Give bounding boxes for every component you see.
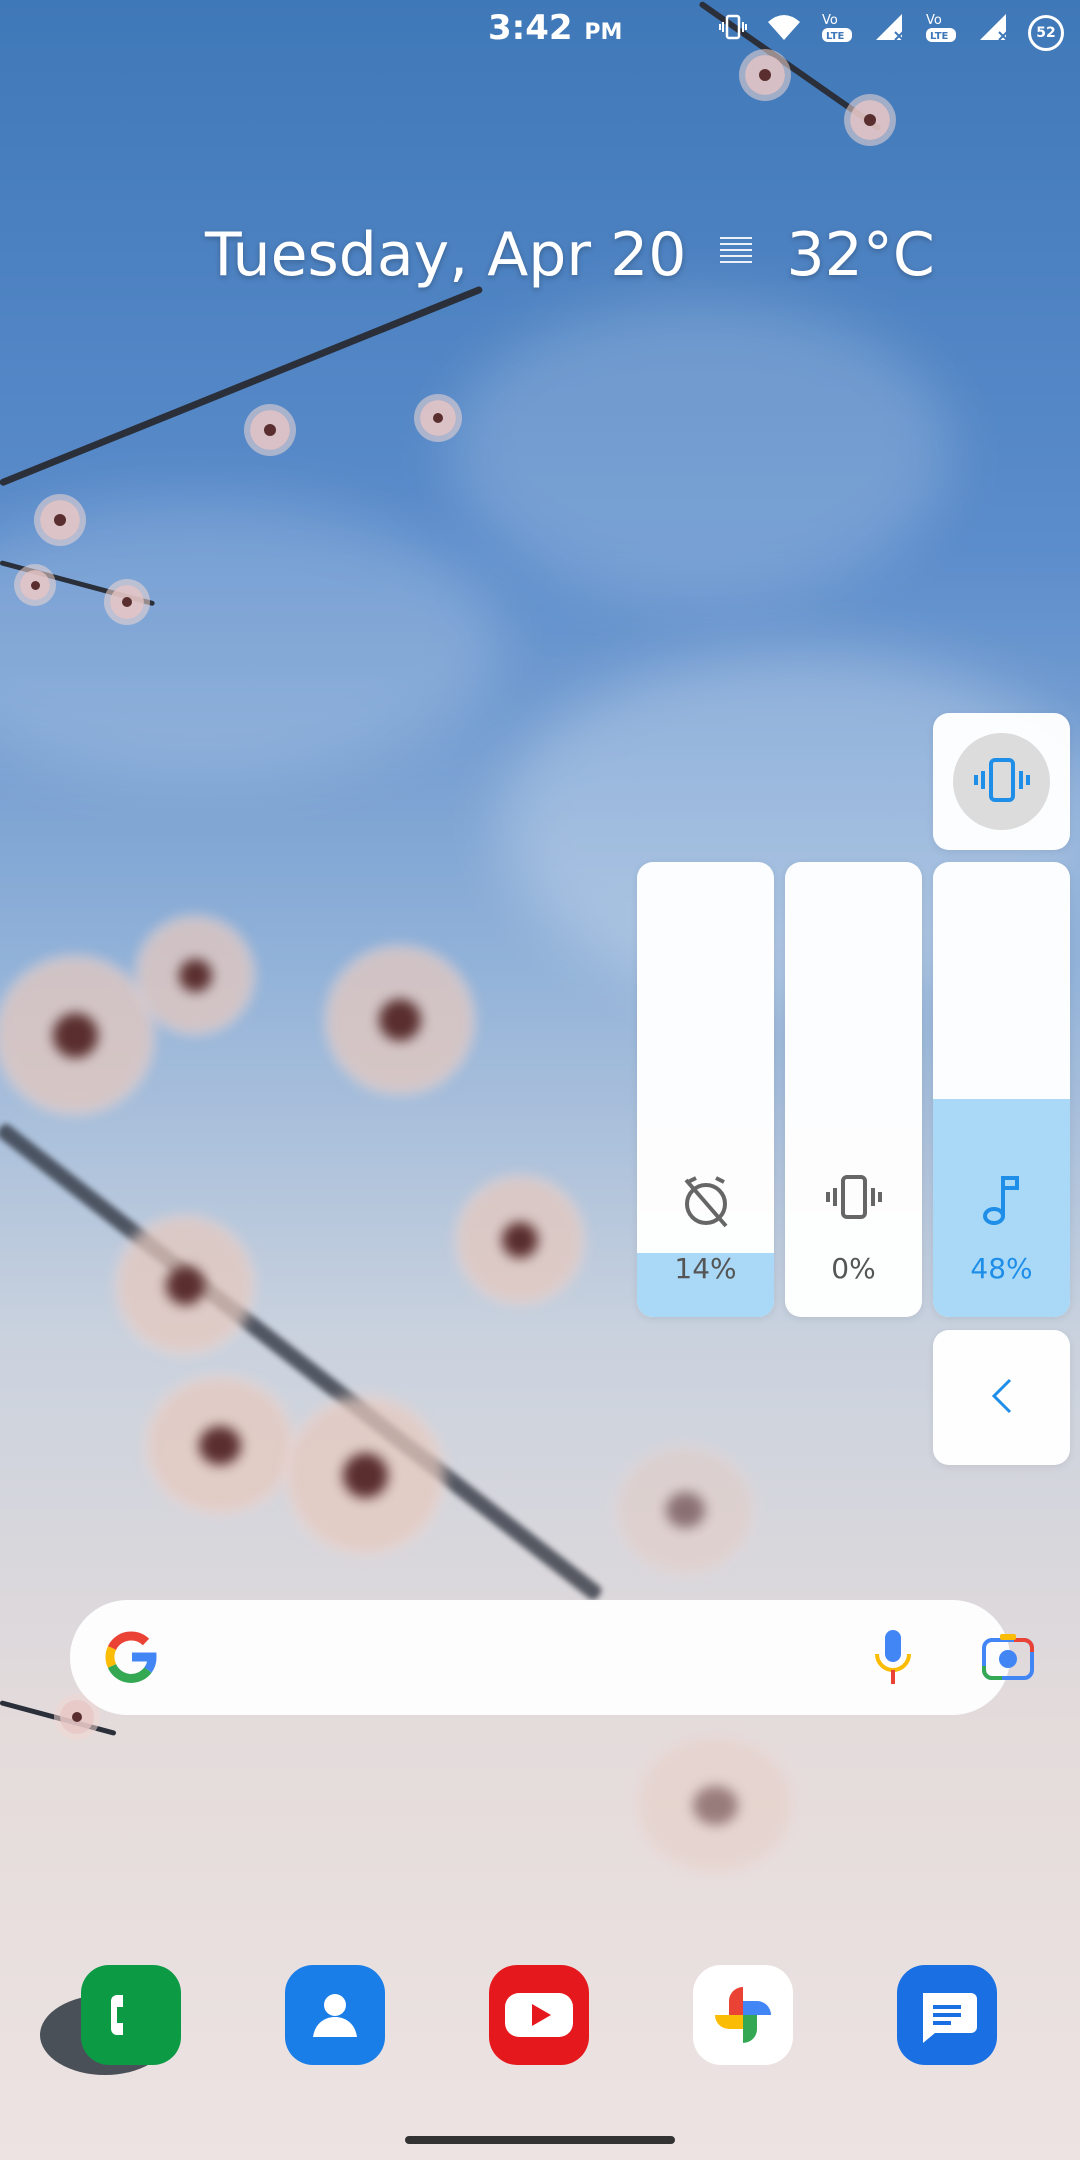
mic-icon[interactable] [868,1624,918,1690]
signal-no-service-icon [874,12,906,54]
status-bar: 3:42 PM Vo LTE Vo LTE 52 [0,0,1080,60]
svg-text:Vo: Vo [926,13,942,28]
alarm-off-icon [637,1174,774,1234]
messages-app-icon[interactable] [897,1965,997,2065]
vibrate-icon [718,12,748,54]
volte-lte-icon: Vo LTE [820,10,856,56]
svg-text:LTE: LTE [826,31,845,42]
temperature-text[interactable]: 32°C [786,220,934,290]
alarm-volume-value: 14% [674,1252,737,1285]
google-lens-icon[interactable] [980,1630,1036,1686]
svg-text:LTE: LTE [930,31,949,42]
volte-lte-icon: Vo LTE [924,10,960,56]
date-text[interactable]: Tuesday, Apr 20 [205,220,686,290]
date-weather-widget[interactable]: Tuesday, Apr 20 32°C [205,220,935,290]
chevron-left-icon [990,1376,1014,1420]
svg-text:Vo: Vo [822,13,838,28]
phone-app-icon[interactable] [81,1965,181,2065]
ring-volume-value: 0% [831,1252,876,1285]
clock-time: 3:42 [488,8,573,48]
youtube-app-icon[interactable] [489,1965,589,2065]
vibrate-icon [785,1174,922,1224]
haze-icon [716,230,756,280]
collapse-volume-button[interactable] [933,1330,1070,1465]
navigation-handle[interactable] [405,2136,675,2144]
vibrate-icon [973,757,1030,807]
signal-no-service-icon [978,12,1010,54]
google-g-icon[interactable] [98,1624,164,1690]
media-volume-value: 48% [970,1252,1033,1285]
google-search-bar[interactable] [70,1600,1034,1715]
ringer-mode-button[interactable] [933,713,1070,850]
ring-volume-slider[interactable]: 0% [785,862,922,1317]
music-note-icon [933,1174,1070,1230]
wifi-icon [766,12,802,54]
battery-indicator: 52 [1028,15,1064,51]
contacts-app-icon[interactable] [285,1965,385,2065]
clock: 3:42 PM [488,8,622,48]
alarm-volume-slider[interactable]: 14% [637,862,774,1317]
media-volume-slider[interactable]: 48% [933,862,1070,1317]
photos-pinwheel-icon[interactable] [693,1965,793,2065]
clock-ampm: PM [584,20,623,45]
